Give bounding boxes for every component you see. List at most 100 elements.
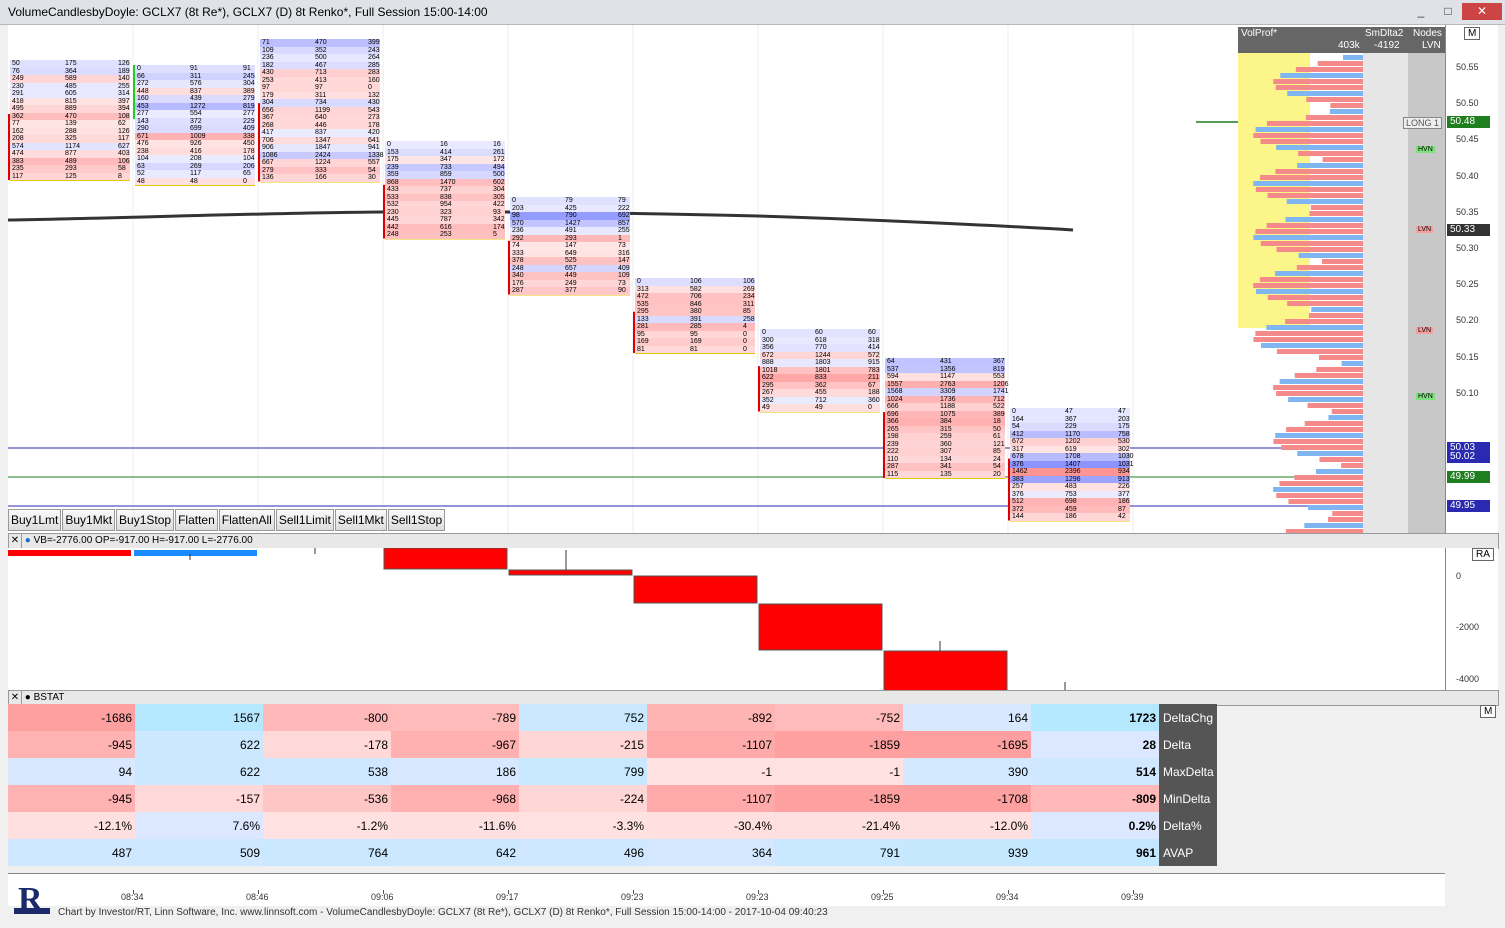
footprint-row: 248 253 5: [385, 231, 505, 239]
price-tick: 50.50: [1456, 98, 1479, 108]
volume-profile-bar: [1287, 91, 1363, 96]
bid-volume: 97: [262, 84, 270, 91]
main-chart-pane[interactable]: 50 175 126 76 364 189 249 589 140 230 485 255 291 605…: [8, 25, 1445, 533]
footprint-row: 133 391 258: [635, 315, 755, 323]
ask-volume: 4: [743, 323, 747, 330]
bstat-m-button[interactable]: M: [1480, 705, 1497, 718]
footprint-row: 570 1427 857: [510, 219, 630, 227]
footprint-row: 666 1188 522: [885, 403, 1005, 411]
delta-value: -4192: [1374, 40, 1400, 51]
bid-volume: 366: [887, 418, 899, 425]
total-volume: 449: [565, 272, 577, 279]
buy1stop-button[interactable]: Buy1Stop: [116, 509, 175, 531]
footprint-row: 109 352 243: [260, 46, 380, 54]
ask-volume: 530: [1118, 438, 1130, 445]
volume-profile-bar: [1280, 73, 1363, 78]
volume-profile-bar: [1253, 283, 1363, 288]
footprint-row: 442 616 174: [385, 223, 505, 231]
footprint-row: 239 360 121: [885, 440, 1005, 448]
total-volume: 500: [315, 54, 327, 61]
bid-volume: 574: [12, 142, 24, 150]
sell1limit-button[interactable]: Sell1Limit: [275, 509, 334, 531]
bid-volume: 248: [387, 231, 399, 238]
volume-profile-bar: [1295, 67, 1363, 72]
vb-axis[interactable]: RA 0 -2000 -4000: [1445, 548, 1498, 690]
footprint-row: 248 657 409: [510, 264, 630, 272]
stat-cell: 791: [775, 839, 903, 866]
bid-volume: 153: [387, 148, 399, 156]
buy1lmt-button[interactable]: Buy1Lmt: [8, 509, 62, 531]
stat-cell: -1: [647, 758, 775, 785]
total-volume: 619: [1065, 445, 1077, 453]
position-label[interactable]: LONG 1: [1403, 117, 1443, 129]
footprint-row: 378 525 147: [510, 257, 630, 265]
total-volume: 60: [815, 329, 823, 336]
total-volume: 91: [190, 65, 198, 72]
ask-volume: 258: [743, 315, 755, 323]
node-label-hvn-2: HVN: [1416, 393, 1435, 400]
maximize-button[interactable]: □: [1435, 3, 1461, 20]
close-button[interactable]: ✕: [1462, 3, 1502, 20]
vb-tick: -2000: [1456, 622, 1480, 632]
price-axis[interactable]: M 50.55 50.50 50.45 50.40 50.35 50.30 50…: [1445, 25, 1498, 533]
volume-profile-bar: [1322, 157, 1363, 162]
bid-volume: 230: [387, 208, 399, 216]
total-volume: 706: [690, 293, 702, 300]
footprint-row: 295 362 67: [760, 381, 880, 389]
bid-volume: 495: [12, 105, 24, 112]
stat-cell: -21.4%: [775, 812, 903, 839]
flatten-button[interactable]: Flatten: [175, 509, 218, 531]
order-toolbar: Buy1Lmt Buy1Mkt Buy1Stop Flatten Flatten…: [8, 509, 446, 531]
stat-cell: 961: [1031, 839, 1159, 866]
vb-pane-header[interactable]: ✕ ● VB=-2776.00 OP=-917.00 H=-917.00 L=-…: [8, 533, 1499, 549]
stat-cell: -1859: [775, 731, 903, 758]
buy1mkt-button[interactable]: Buy1Mkt: [62, 509, 116, 531]
sell1stop-button[interactable]: Sell1Stop: [387, 509, 446, 531]
sell1mkt-button[interactable]: Sell1Mkt: [334, 509, 387, 531]
ra-button[interactable]: RA: [1472, 548, 1494, 561]
ask-volume: 389: [993, 410, 1005, 418]
total-volume: 837: [315, 129, 327, 136]
flattenall-button[interactable]: FlattenAll: [218, 509, 275, 531]
ask-volume: 285: [368, 61, 380, 69]
bid-volume: 362: [12, 112, 24, 120]
close-pane-icon[interactable]: ✕: [9, 534, 22, 548]
bid-volume: 672: [762, 351, 774, 359]
bid-volume: 279: [262, 166, 274, 174]
bid-volume: 906: [262, 144, 274, 151]
close-pane-icon[interactable]: ✕: [9, 691, 22, 705]
ask-volume: 304: [243, 80, 255, 87]
ask-volume: 758: [1118, 430, 1130, 438]
bid-volume: 472: [637, 293, 649, 300]
ask-volume: 126: [118, 127, 130, 135]
ask-volume: 106: [743, 278, 755, 285]
stat-cell: 94: [8, 758, 135, 785]
total-volume: 125: [65, 172, 77, 180]
footprint-row: 706 1347 641: [260, 136, 380, 144]
footprint-row: 265 315 50: [885, 425, 1005, 433]
footprint-row: 1462 2396 934: [1010, 468, 1130, 476]
total-volume: 753: [1065, 490, 1077, 498]
m-button[interactable]: M: [1464, 27, 1481, 40]
volume-profile-bar: [1255, 229, 1363, 234]
ask-volume: 67: [868, 381, 876, 389]
bid-volume: 49: [762, 404, 770, 411]
total-volume: 589: [65, 75, 77, 82]
vb-pane[interactable]: [8, 548, 1445, 690]
total-volume: 352: [315, 46, 327, 54]
footprint-row: 671 1009 338: [135, 132, 255, 140]
total-volume: 790: [565, 212, 577, 219]
minimize-button[interactable]: _: [1408, 3, 1434, 20]
bid-volume: 50: [12, 60, 20, 67]
ask-volume: 269: [743, 285, 755, 293]
bid-volume: 0: [762, 329, 766, 336]
footprint-row: 77 139 62: [10, 120, 130, 128]
bid-volume: 706: [262, 136, 274, 144]
bid-volume: 54: [1012, 423, 1020, 430]
volume-profile-bar: [1307, 403, 1363, 408]
footprint-row: 0 16 16: [385, 141, 505, 149]
total-volume: 372: [190, 117, 202, 125]
stat-cell: -536: [263, 785, 391, 812]
stat-cell: -800: [263, 704, 391, 731]
ask-volume: 160: [368, 76, 380, 84]
